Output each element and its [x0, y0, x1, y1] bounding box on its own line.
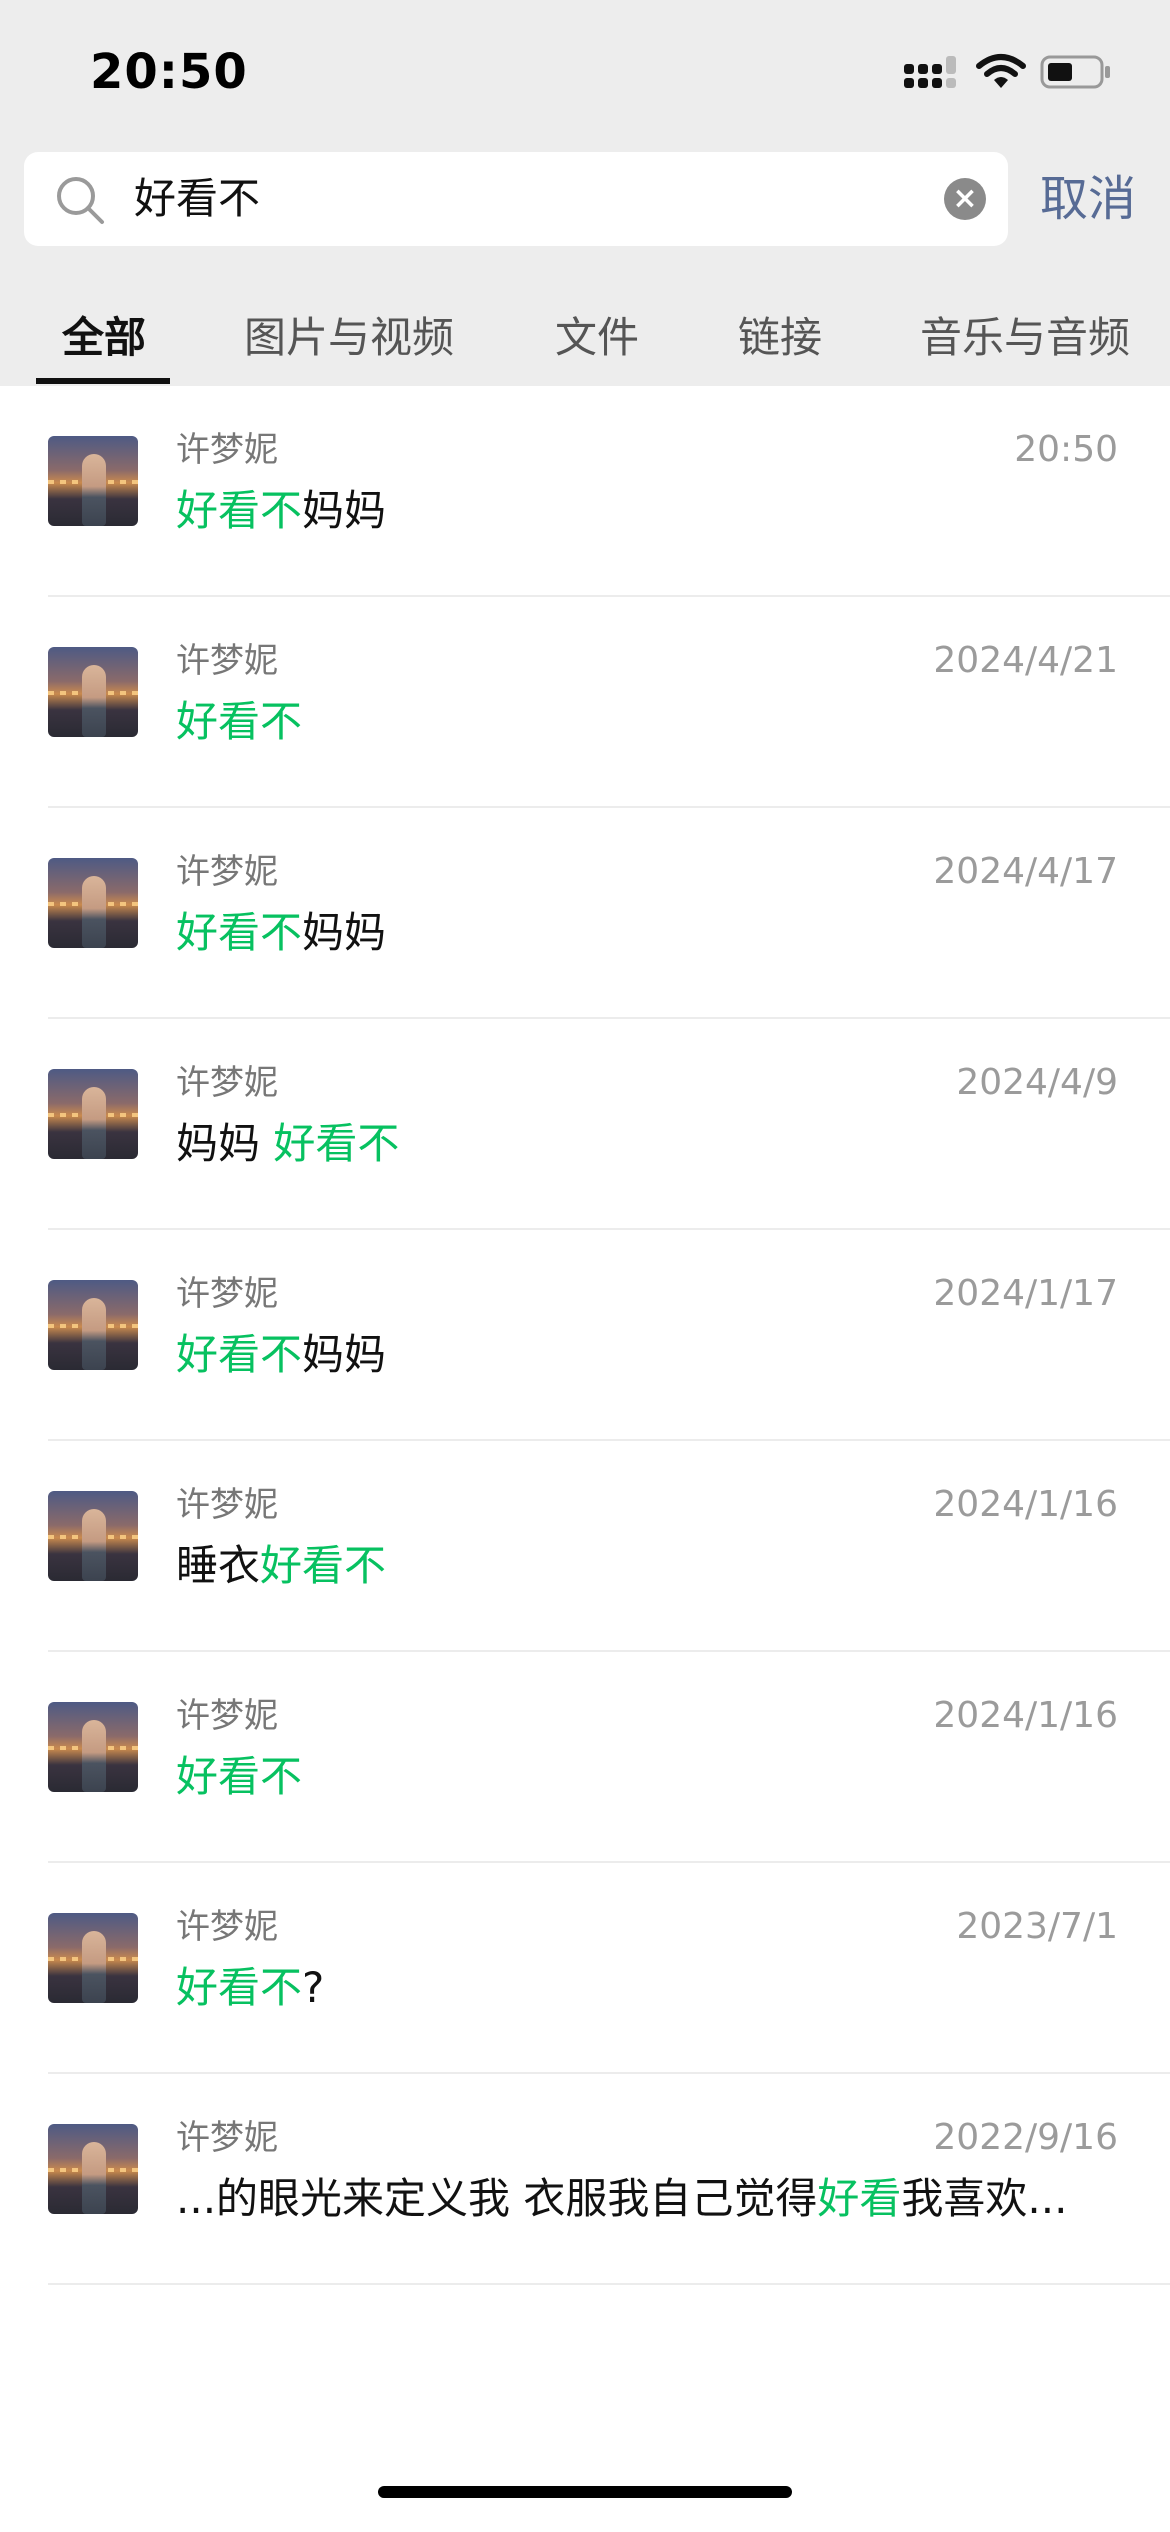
search-results-list: 许梦妮 20:50 好看不妈妈 许梦妮 2024/4/21 好看不 许梦妮 20… [0, 386, 1170, 2285]
sender-name: 许梦妮 [176, 641, 278, 681]
cellular-signal-icon [904, 56, 956, 88]
sender-name: 许梦妮 [176, 2118, 278, 2158]
message-preview: 好看不妈妈 [176, 486, 387, 535]
message-date: 2024/4/9 [956, 1062, 1118, 1103]
avatar [48, 2124, 138, 2214]
list-item[interactable]: 许梦妮 2024/4/9 妈妈 好看不 [0, 1019, 1170, 1230]
avatar [48, 436, 138, 526]
avatar [48, 1913, 138, 2003]
sender-name: 许梦妮 [176, 1907, 278, 1947]
message-preview: 好看不 [176, 697, 303, 746]
message-preview: 睡衣好看不 [176, 1541, 387, 1590]
message-date: 2024/4/17 [933, 851, 1118, 892]
status-time: 20:50 [90, 44, 248, 100]
home-indicator [378, 2486, 792, 2498]
cancel-button[interactable]: 取消 [1040, 164, 1136, 234]
avatar [48, 1280, 138, 1370]
tab-images-videos[interactable]: 图片与视频 [244, 310, 454, 366]
list-item[interactable]: 许梦妮 2024/4/17 好看不妈妈 [0, 808, 1170, 1019]
message-preview: 好看不 [176, 1752, 303, 1801]
list-item[interactable]: 许梦妮 20:50 好看不妈妈 [0, 386, 1170, 597]
divider [48, 2283, 1170, 2285]
search-input[interactable]: 好看不 [134, 172, 260, 226]
message-date: 20:50 [1014, 429, 1118, 470]
message-preview: 好看不妈妈 [176, 1330, 387, 1379]
tab-files[interactable]: 文件 [555, 310, 639, 366]
avatar [48, 1491, 138, 1581]
search-icon [57, 177, 104, 224]
list-item[interactable]: 许梦妮 2024/1/16 睡衣好看不 [0, 1441, 1170, 1652]
avatar [48, 858, 138, 948]
sender-name: 许梦妮 [176, 1274, 278, 1314]
message-preview: ...的眼光来定义我 衣服我自己觉得好看我喜欢... [176, 2174, 1068, 2223]
message-date: 2023/7/1 [956, 1906, 1118, 1947]
message-preview: 好看不? [176, 1963, 325, 2012]
message-date: 2024/4/21 [933, 640, 1118, 681]
sender-name: 许梦妮 [176, 1063, 278, 1103]
search-bar[interactable]: 好看不 × [24, 152, 1008, 246]
clear-search-icon[interactable]: × [944, 178, 986, 220]
sender-name: 许梦妮 [176, 852, 278, 892]
avatar [48, 1069, 138, 1159]
list-item[interactable]: 许梦妮 2022/9/16 ...的眼光来定义我 衣服我自己觉得好看我喜欢... [0, 2074, 1170, 2285]
list-item[interactable]: 许梦妮 2024/4/21 好看不 [0, 597, 1170, 808]
tab-links[interactable]: 链接 [738, 310, 822, 366]
avatar [48, 647, 138, 737]
message-date: 2024/1/16 [933, 1484, 1118, 1525]
list-item[interactable]: 许梦妮 2024/1/16 好看不 [0, 1652, 1170, 1863]
message-date: 2024/1/16 [933, 1695, 1118, 1736]
sender-name: 许梦妮 [176, 1696, 278, 1736]
filter-tabs: 全部 图片与视频 文件 链接 音乐与音频 [0, 300, 1170, 386]
tab-all[interactable]: 全部 [62, 310, 146, 366]
battery-icon [1040, 55, 1110, 89]
message-preview: 妈妈 好看不 [176, 1119, 400, 1168]
message-date: 2024/1/17 [933, 1273, 1118, 1314]
message-date: 2022/9/16 [933, 2117, 1118, 2158]
sender-name: 许梦妮 [176, 430, 278, 470]
sender-name: 许梦妮 [176, 1485, 278, 1525]
list-item[interactable]: 许梦妮 2023/7/1 好看不? [0, 1863, 1170, 2074]
wifi-icon [976, 54, 1026, 88]
active-tab-indicator [36, 378, 170, 384]
message-preview: 好看不妈妈 [176, 908, 387, 957]
avatar [48, 1702, 138, 1792]
list-item[interactable]: 许梦妮 2024/1/17 好看不妈妈 [0, 1230, 1170, 1441]
tab-music-audio[interactable]: 音乐与音频 [920, 310, 1130, 366]
